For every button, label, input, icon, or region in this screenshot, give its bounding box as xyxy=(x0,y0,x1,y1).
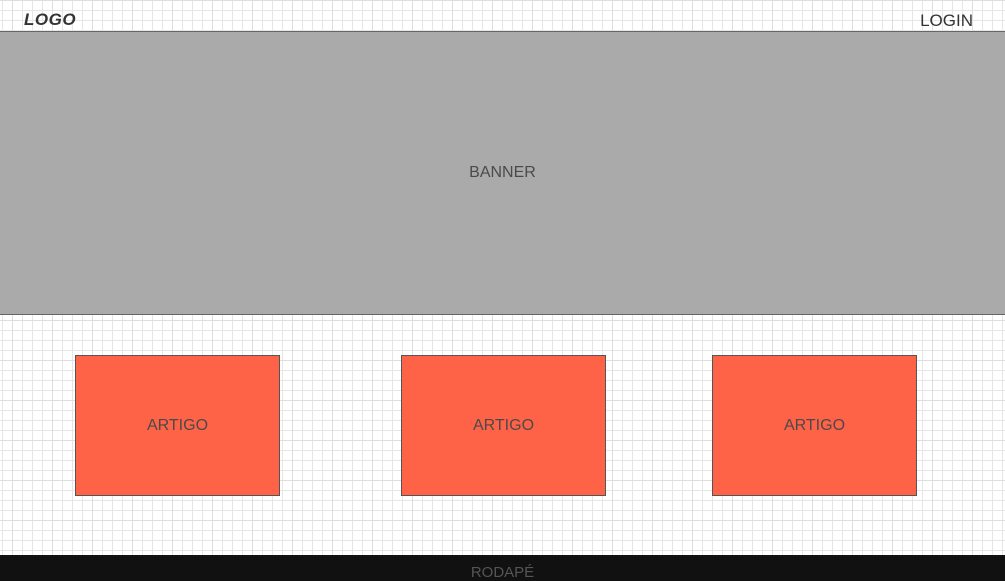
logo[interactable]: LOGO xyxy=(24,10,76,30)
footer-label: RODAPÉ xyxy=(470,564,535,581)
article-label: ARTIGO xyxy=(146,416,209,434)
banner-label: BANNER xyxy=(469,164,536,181)
article-card-2[interactable]: ARTIGO xyxy=(401,355,606,496)
article-label: ARTIGO xyxy=(472,416,535,434)
article-card-1[interactable]: ARTIGO xyxy=(75,355,280,496)
banner: BANNER xyxy=(0,31,1005,315)
footer: RODAPÉ xyxy=(0,555,1005,581)
article-card-3[interactable]: ARTIGO xyxy=(712,355,917,496)
article-label: ARTIGO xyxy=(783,416,846,434)
login-link[interactable]: LOGIN xyxy=(920,11,973,31)
